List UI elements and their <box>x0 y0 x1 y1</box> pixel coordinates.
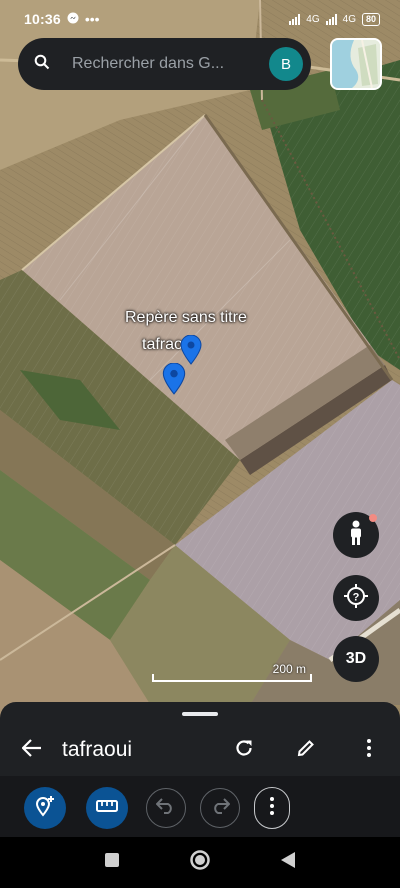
more-vert-icon <box>269 796 275 821</box>
more-notifications-icon: ••• <box>84 11 100 27</box>
ruler-icon <box>96 799 118 818</box>
account-avatar[interactable]: B <box>269 47 303 81</box>
scale-line <box>152 674 312 682</box>
street-view-button[interactable] <box>333 512 379 558</box>
circle-icon <box>190 850 210 870</box>
more-vert-icon <box>366 738 372 763</box>
status-bar: 10:36 ••• 4G 4G 80 <box>0 0 400 38</box>
back-nav-button[interactable] <box>280 851 296 874</box>
signal-icon-2 <box>325 13 337 25</box>
drag-handle[interactable] <box>182 712 218 716</box>
pegman-icon <box>347 520 365 551</box>
pin-icon <box>180 334 202 365</box>
project-bottom-sheet[interactable]: tafraoui <box>0 702 400 837</box>
notification-dot <box>369 514 377 522</box>
more-options-button[interactable] <box>351 732 387 768</box>
arrow-left-icon <box>21 738 42 762</box>
redo-button[interactable] <box>200 788 240 828</box>
back-button[interactable] <box>14 732 50 768</box>
undo-icon <box>155 797 176 819</box>
home-button[interactable] <box>189 849 211 876</box>
my-location-button[interactable]: ? <box>333 575 379 621</box>
minimap-icon <box>332 40 380 88</box>
clock: 10:36 <box>24 11 61 27</box>
redo-icon <box>210 797 231 819</box>
undo-button[interactable] <box>146 788 186 828</box>
sheet-header: tafraoui <box>0 724 400 776</box>
refresh-icon <box>234 738 254 763</box>
add-location-icon <box>34 795 56 822</box>
search-placeholder[interactable]: Rechercher dans G... <box>72 55 252 73</box>
svg-text:?: ? <box>353 591 360 603</box>
square-icon <box>105 853 120 867</box>
drawing-toolbar <box>0 776 400 837</box>
system-navigation-bar <box>0 837 400 888</box>
map-pin-tafraoui[interactable] <box>162 362 186 400</box>
network-type-left: 4G <box>306 13 320 25</box>
refresh-button[interactable] <box>226 732 262 768</box>
pin-icon <box>162 362 186 395</box>
search-icon <box>34 54 50 75</box>
pencil-icon <box>296 738 316 763</box>
triangle-back-icon <box>280 852 295 868</box>
battery-icon: 80 <box>361 12 380 26</box>
recents-button[interactable] <box>104 852 120 873</box>
search-bar[interactable]: Rechercher dans G... B <box>18 38 311 90</box>
add-placemark-button[interactable] <box>24 787 66 829</box>
toolbar-more-button[interactable] <box>254 787 290 829</box>
scale-bar: 200 m <box>152 660 312 684</box>
placemark-label-untitled[interactable]: Repère sans titre <box>125 309 247 327</box>
minimap-button[interactable] <box>330 38 382 90</box>
messenger-icon <box>67 11 79 27</box>
project-title: tafraoui <box>62 738 133 761</box>
location-help-icon: ? <box>343 583 369 614</box>
edit-button[interactable] <box>288 732 324 768</box>
3d-toggle-button[interactable]: 3D <box>333 636 379 682</box>
signal-icon <box>289 13 301 25</box>
network-type-right: 4G <box>342 13 356 25</box>
measure-button[interactable] <box>86 787 128 829</box>
